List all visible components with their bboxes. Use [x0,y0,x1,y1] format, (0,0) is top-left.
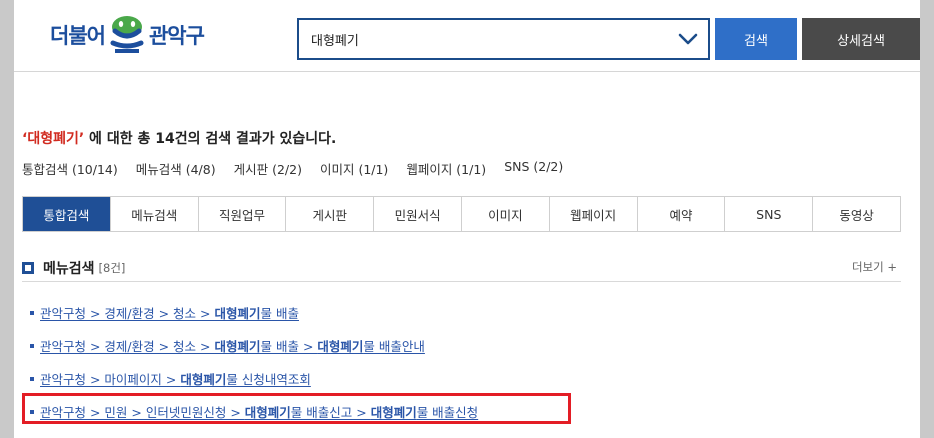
summary-count: 14건 [155,131,188,147]
search-input[interactable] [299,20,668,58]
result-link[interactable]: 관악구청 > 경제/환경 > 청소 > 대형폐기물 배출 [40,303,299,322]
tab-reservation[interactable]: 예약 [637,197,726,231]
highlight-box [22,393,571,424]
more-link[interactable]: 더보기 + [852,259,897,275]
tab-integrated[interactable]: 통합검색 [23,197,111,231]
page-frame: 더불어 관악구 검색 상세검색 [14,0,920,438]
count-integrated[interactable]: 통합검색 (10/14) [22,159,118,178]
result-path-text: 물 배출 > [260,339,318,354]
logo-text-right: 관악구 [148,24,205,48]
count-image[interactable]: 이미지 (1/1) [320,159,388,178]
tab-staff[interactable]: 직원업무 [198,197,287,231]
site-logo[interactable]: 더불어 관악구 [50,12,205,58]
tab-menu[interactable]: 메뉴검색 [110,197,199,231]
bullet-icon [30,310,34,315]
section-title: 메뉴검색 [43,260,95,277]
count-sns[interactable]: SNS (2/2) [504,159,563,178]
result-item[interactable]: 관악구청 > 경제/환경 > 청소 > 대형폐기물 배출 [30,296,900,329]
summary-text-after: 의 검색 결과가 있습니다. [187,131,337,147]
chevron-down-icon[interactable] [668,20,708,58]
result-path-text: 관악구청 > 경제/환경 > 청소 > [40,306,215,321]
result-path-text: 물 배출안내 [363,339,425,354]
bullet-icon [30,343,34,348]
result-keyword: 대형폐기 [214,339,261,354]
tab-board[interactable]: 게시판 [286,197,375,231]
summary-keyword: 대형폐기 [27,131,79,147]
summary-text-before: 에 대한 총 [84,131,156,147]
bullet-icon [30,376,34,381]
tab-webpage[interactable]: 웹페이지 [549,197,638,231]
section-count: [8건] [98,260,126,275]
logo-text-left: 더불어 [50,24,106,48]
count-webpage[interactable]: 웹페이지 (1/1) [406,159,486,178]
tab-sns[interactable]: SNS [725,197,814,231]
result-link[interactable]: 관악구청 > 마이페이지 > 대형폐기물 신청내역조회 [40,369,311,388]
result-keyword: 대형폐기 [317,339,364,354]
logo-smile-icon [107,13,147,57]
tab-image[interactable]: 이미지 [461,197,550,231]
menu-search-section-header: 메뉴검색 [8건] 더보기 + [22,254,901,282]
result-path-text: 물 신청내역조회 [226,372,311,387]
result-path-text: 관악구청 > 마이페이지 > [40,372,181,387]
tab-video[interactable]: 동영상 [813,197,900,231]
site-header: 더불어 관악구 검색 상세검색 [14,0,920,72]
result-link[interactable]: 관악구청 > 경제/환경 > 청소 > 대형폐기물 배출 > 대형폐기물 배출안… [40,336,425,355]
count-menu[interactable]: 메뉴검색 (4/8) [136,159,216,178]
category-counts: 통합검색 (10/14) 메뉴검색 (4/8) 게시판 (2/2) 이미지 (1… [22,159,563,178]
count-board[interactable]: 게시판 (2/2) [234,159,302,178]
result-summary: ‘대형폐기’ 에 대한 총 14건의 검색 결과가 있습니다. [22,128,336,148]
category-tabs: 통합검색 메뉴검색 직원업무 게시판 민원서식 이미지 웹페이지 예약 SNS … [22,196,901,232]
search-box[interactable] [297,18,710,60]
result-item[interactable]: 관악구청 > 마이페이지 > 대형폐기물 신청내역조회 [30,362,900,395]
section-square-icon [22,261,34,274]
search-button[interactable]: 검색 [715,18,797,60]
result-path-text: 물 배출 [260,306,299,321]
tab-forms[interactable]: 민원서식 [374,197,462,231]
detail-search-button[interactable]: 상세검색 [802,18,920,60]
result-keyword: 대형폐기 [214,306,261,321]
result-path-text: 관악구청 > 경제/환경 > 청소 > [40,339,215,354]
result-keyword: 대형폐기 [180,372,227,387]
result-item[interactable]: 관악구청 > 경제/환경 > 청소 > 대형폐기물 배출 > 대형폐기물 배출안… [30,329,900,362]
